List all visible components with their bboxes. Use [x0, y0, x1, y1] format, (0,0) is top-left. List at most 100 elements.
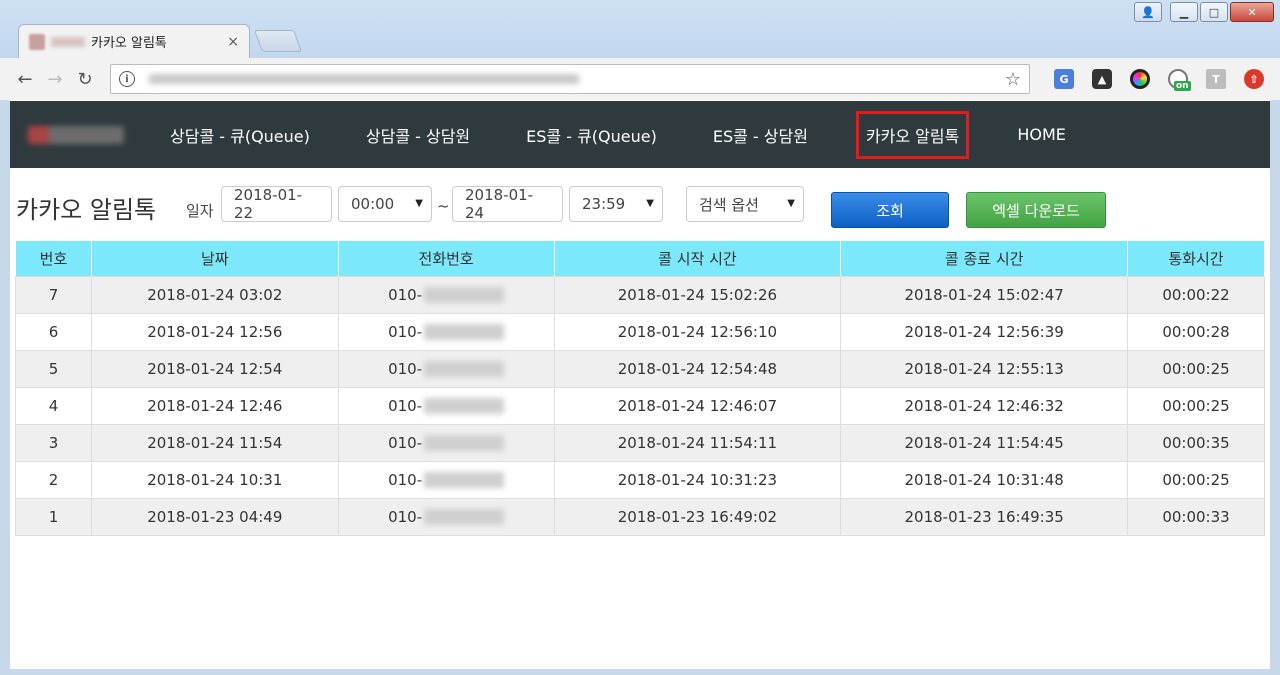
cell-no: 6 [15, 313, 92, 351]
reload-icon[interactable]: ↻ [70, 69, 100, 90]
nav-item-home[interactable]: HOME [1009, 119, 1074, 150]
start-time-value: 00:00 [351, 195, 395, 213]
cell-phone: 010- [337, 424, 555, 462]
window-frame-left [0, 100, 10, 675]
translate-extension-icon[interactable]: G [1054, 69, 1074, 89]
excel-download-button[interactable]: 엑셀 다운로드 [966, 192, 1106, 228]
table-row[interactable]: 5 2018-01-24 12:54 010- 2018-01-24 12:54… [15, 350, 1265, 388]
t-extension-icon[interactable]: T [1206, 69, 1226, 89]
browser-tab[interactable]: 카카오 알림톡 × [18, 24, 250, 58]
clock-extension-icon[interactable]: on [1168, 69, 1191, 91]
redacted-url [149, 74, 579, 84]
table-row[interactable]: 2 2018-01-24 10:31 010- 2018-01-24 10:31… [15, 461, 1265, 499]
cell-call-end: 2018-01-23 16:49:35 [840, 498, 1129, 536]
tab-close-icon[interactable]: × [227, 34, 239, 50]
cell-call-start: 2018-01-24 12:54:48 [553, 350, 842, 388]
cell-date: 2018-01-24 11:54 [90, 424, 339, 462]
col-header-call-end: 콜 종료 시간 [840, 240, 1129, 277]
cell-call-end: 2018-01-24 11:54:45 [840, 424, 1129, 462]
site-logo[interactable] [28, 125, 124, 144]
new-tab-button[interactable] [253, 30, 303, 52]
cell-date: 2018-01-24 12:54 [90, 350, 339, 388]
col-header-no: 번호 [15, 240, 92, 277]
dropdown-arrow-icon: ▼ [646, 198, 654, 209]
cell-duration: 00:00:28 [1127, 313, 1265, 351]
upload-extension-icon[interactable]: ⇧ [1244, 69, 1264, 89]
cell-no: 7 [15, 276, 92, 314]
nav-item-kakao-alimtalk[interactable]: 카카오 알림톡 [855, 110, 970, 159]
cell-call-end: 2018-01-24 10:31:48 [840, 461, 1129, 499]
end-date-input[interactable]: 2018-01-24 [452, 186, 563, 222]
table-row[interactable]: 3 2018-01-24 11:54 010- 2018-01-24 11:54… [15, 424, 1265, 462]
user-icon[interactable]: 👤 [1134, 2, 1162, 22]
phone-prefix: 010- [388, 323, 423, 341]
date-range-separator: ~ [437, 197, 450, 215]
table-row[interactable]: 7 2018-01-24 03:02 010- 2018-01-24 15:02… [15, 276, 1265, 314]
search-option-select[interactable]: 검색 옵션 ▼ [686, 186, 804, 222]
redacted-phone [424, 509, 505, 525]
tab-title: 카카오 알림톡 [91, 36, 167, 51]
cell-call-start: 2018-01-24 12:46:07 [553, 387, 842, 425]
search-button[interactable]: 조회 [831, 192, 949, 228]
redacted-phone [424, 287, 505, 303]
favicon-icon [29, 33, 45, 50]
col-header-duration: 통화시간 [1127, 240, 1265, 277]
start-date-value: 2018-01-22 [234, 186, 303, 222]
close-window-button[interactable]: ✕ [1230, 2, 1274, 22]
cell-call-start: 2018-01-24 10:31:23 [553, 461, 842, 499]
cell-call-end: 2018-01-24 12:56:39 [840, 313, 1129, 351]
nav-item-es-agent[interactable]: ES콜 - 상담원 [705, 117, 816, 153]
minimize-button[interactable]: ▁ [1170, 2, 1198, 22]
nav-item-consult-agent[interactable]: 상담콜 - 상담원 [358, 117, 478, 153]
start-date-input[interactable]: 2018-01-22 [221, 186, 332, 222]
color-picker-extension-icon[interactable] [1130, 69, 1150, 89]
nav-item-consult-queue[interactable]: 상담콜 - 큐(Queue) [162, 117, 318, 153]
table-row[interactable]: 6 2018-01-24 12:56 010- 2018-01-24 12:56… [15, 313, 1265, 351]
phone-prefix: 010- [388, 471, 423, 489]
window-frame-bottom [0, 669, 1280, 675]
back-icon[interactable]: ← [10, 69, 40, 90]
cell-no: 2 [15, 461, 92, 499]
cell-phone: 010- [337, 461, 555, 499]
redacted-phone [424, 472, 505, 488]
table-row[interactable]: 4 2018-01-24 12:46 010- 2018-01-24 12:46… [15, 387, 1265, 425]
phone-prefix: 010- [388, 286, 423, 304]
browser-toolbar: ← → ↻ i ☆ G ▲ on T ⇧ [0, 58, 1280, 100]
cell-call-start: 2018-01-24 12:56:10 [553, 313, 842, 351]
address-bar[interactable]: i ☆ [110, 64, 1030, 94]
bookmark-star-icon[interactable]: ☆ [1005, 69, 1021, 90]
cell-phone: 010- [337, 313, 555, 351]
cell-call-end: 2018-01-24 12:46:32 [840, 387, 1129, 425]
maximize-button[interactable]: □ [1200, 2, 1228, 22]
on-badge: on [1174, 81, 1191, 91]
cell-no: 3 [15, 424, 92, 462]
cell-call-end: 2018-01-24 15:02:47 [840, 276, 1129, 314]
cell-no: 1 [15, 498, 92, 536]
forward-icon[interactable]: → [40, 69, 70, 90]
phone-prefix: 010- [388, 397, 423, 415]
cell-phone: 010- [337, 387, 555, 425]
start-time-select[interactable]: 00:00 ▼ [338, 186, 432, 222]
col-header-phone: 전화번호 [337, 240, 555, 277]
info-icon[interactable]: i [119, 71, 135, 87]
redacted-phone [424, 324, 505, 340]
dropdown-arrow-icon: ▼ [787, 198, 795, 209]
redacted-phone [424, 398, 505, 414]
nav-item-es-queue[interactable]: ES콜 - 큐(Queue) [518, 117, 665, 153]
cell-duration: 00:00:25 [1127, 350, 1265, 388]
cell-call-start: 2018-01-24 15:02:26 [553, 276, 842, 314]
cell-duration: 00:00:25 [1127, 461, 1265, 499]
end-time-select[interactable]: 23:59 ▼ [569, 186, 663, 222]
page-title: 카카오 알림톡 [16, 196, 157, 224]
cell-no: 5 [15, 350, 92, 388]
phone-prefix: 010- [388, 360, 423, 378]
table-row[interactable]: 1 2018-01-23 04:49 010- 2018-01-23 16:49… [15, 498, 1265, 536]
cell-date: 2018-01-23 04:49 [90, 498, 339, 536]
cell-duration: 00:00:25 [1127, 387, 1265, 425]
cell-phone: 010- [337, 498, 555, 536]
extension-icon[interactable]: ▲ [1092, 69, 1112, 89]
end-date-value: 2018-01-24 [465, 186, 534, 222]
phone-prefix: 010- [388, 434, 423, 452]
search-option-value: 검색 옵션 [699, 195, 759, 214]
dropdown-arrow-icon: ▼ [415, 198, 423, 209]
